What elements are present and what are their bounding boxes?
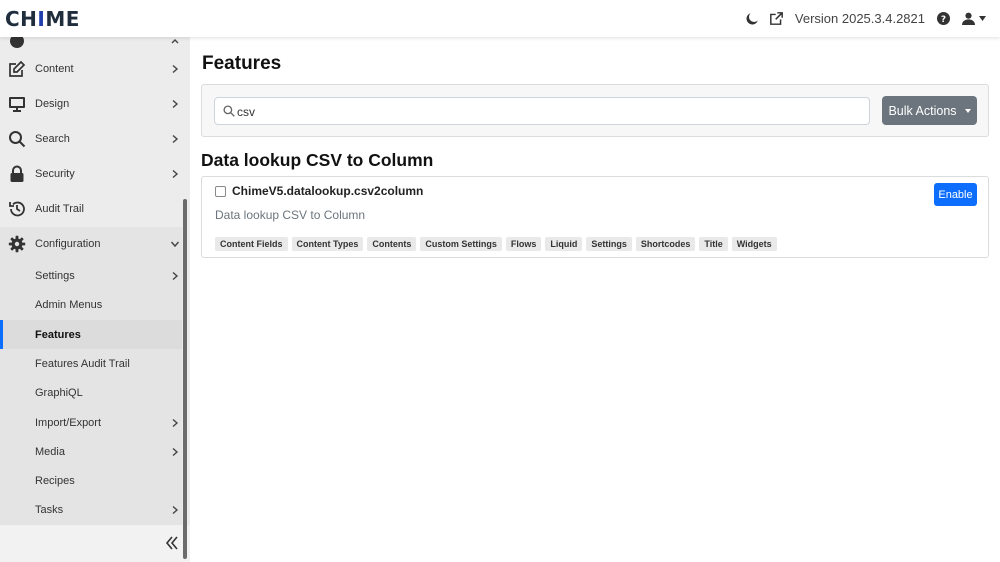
feature-tags: Content Fields Content Types Contents Cu… xyxy=(215,237,777,251)
history-icon xyxy=(7,199,27,219)
search-icon xyxy=(7,129,27,149)
sidebar-item-label: Search xyxy=(35,132,70,145)
search-input[interactable] xyxy=(237,102,857,122)
page-title: Features xyxy=(202,53,282,74)
user-icon xyxy=(962,12,975,25)
edit-icon xyxy=(7,59,27,79)
sidebar-item-label: Features Audit Trail xyxy=(35,357,130,370)
sidebar-item-label: Content xyxy=(35,62,74,75)
filter-panel: Bulk Actions xyxy=(201,84,989,137)
tag-badge: Custom Settings xyxy=(420,237,502,251)
sidebar: Content Design Search Security Audit Tra… xyxy=(0,37,190,562)
search-icon xyxy=(223,105,235,117)
sidebar-item-label: Design xyxy=(35,97,70,110)
chevron-right-icon xyxy=(172,418,179,427)
enable-button[interactable]: Enable xyxy=(934,183,977,206)
chevron-right-icon xyxy=(172,99,179,108)
main-content: Features Bulk Actions Data lookup CSV to… xyxy=(190,37,1000,562)
sidebar-item-search[interactable]: Search xyxy=(0,121,182,156)
navbar-right: Version 2025.3.4.2821 ? xyxy=(746,0,986,37)
caret-down-icon xyxy=(979,16,986,21)
feature-id: ChimeV5.datalookup.csv2column xyxy=(232,184,424,198)
tag-badge: Contents xyxy=(367,237,417,251)
chevron-right-icon xyxy=(172,64,179,73)
sidebar-subitem-admin-menus[interactable]: Admin Menus xyxy=(0,290,182,319)
sidebar-footer xyxy=(0,525,190,562)
sidebar-item-security[interactable]: Security xyxy=(0,156,182,191)
tag-badge: Content Types xyxy=(291,237,364,251)
sidebar-item-label: Recipes xyxy=(35,474,75,487)
chevron-right-icon xyxy=(172,271,179,280)
sidebar-item-label: Security xyxy=(35,167,75,180)
sidebar-item-design[interactable]: Design xyxy=(0,86,182,121)
sidebar-scrollbar[interactable] xyxy=(183,199,187,559)
search-box[interactable] xyxy=(214,97,870,125)
sidebar-subitem-features-audit-trail[interactable]: Features Audit Trail xyxy=(0,349,182,378)
tag-badge: Liquid xyxy=(545,237,583,251)
tag-badge: Shortcodes xyxy=(635,237,696,251)
sidebar-item-label: Configuration xyxy=(35,237,101,250)
feature-description: Data lookup CSV to Column xyxy=(215,208,366,222)
sidebar-item-audit-trail[interactable]: Audit Trail xyxy=(0,191,182,226)
collapse-sidebar-icon[interactable] xyxy=(163,534,181,552)
chevron-up-icon xyxy=(171,38,179,43)
tag-badge: Flows xyxy=(505,237,542,251)
chevron-right-icon xyxy=(172,447,179,456)
user-menu[interactable] xyxy=(962,12,986,25)
feature-checkbox[interactable] xyxy=(215,186,226,197)
logo-text-2: ME xyxy=(45,7,80,31)
sidebar-item-label: Settings xyxy=(35,269,75,282)
sidebar-item-label: GraphiQL xyxy=(35,386,83,399)
caret-down-icon xyxy=(964,108,971,113)
section-title: Data lookup CSV to Column xyxy=(201,150,434,170)
sidebar-item-label: Import/Export xyxy=(35,416,102,429)
logo-text-1: CH xyxy=(5,7,38,31)
sidebar-subitem-features[interactable]: Features xyxy=(0,320,182,349)
chevron-right-icon xyxy=(172,169,179,178)
sidebar-subitem-media[interactable]: Media xyxy=(0,437,182,466)
external-link-icon[interactable] xyxy=(769,12,783,25)
chevron-down-icon xyxy=(170,241,180,247)
tag-badge: Settings xyxy=(586,237,632,251)
globe-icon xyxy=(7,37,27,51)
sidebar-subitem-recipes[interactable]: Recipes xyxy=(0,466,182,495)
help-icon[interactable]: ? xyxy=(937,12,950,25)
sidebar-item-label: Tasks xyxy=(35,503,64,516)
sidebar-subitem-settings[interactable]: Settings xyxy=(0,261,182,290)
sidebar-item-label: Audit Trail xyxy=(35,202,84,215)
moon-icon[interactable] xyxy=(746,12,758,25)
tag-badge: Widgets xyxy=(731,237,777,251)
bulk-actions-label: Bulk Actions xyxy=(888,103,957,118)
sidebar-item-content[interactable]: Content xyxy=(0,51,182,86)
svg-text:?: ? xyxy=(941,15,946,25)
sidebar-item-configuration[interactable]: Configuration xyxy=(0,226,182,261)
sidebar-item-label: Media xyxy=(35,445,65,458)
chevron-right-icon xyxy=(172,134,179,143)
sidebar-subitem-tasks[interactable]: Tasks xyxy=(0,495,182,524)
sidebar-item-label: Admin Menus xyxy=(35,298,103,311)
feature-card: ChimeV5.datalookup.csv2column Data looku… xyxy=(201,176,989,258)
sidebar-subitem-import-export[interactable]: Import/Export xyxy=(0,408,182,437)
version-label: Version 2025.3.4.2821 xyxy=(794,11,925,26)
sidebar-item-label: Features xyxy=(35,328,81,341)
bulk-actions-button[interactable]: Bulk Actions xyxy=(882,96,977,125)
brand-logo[interactable]: CHIME xyxy=(5,7,80,31)
sidebar-subitem-graphiql[interactable]: GraphiQL xyxy=(0,378,182,407)
lock-icon xyxy=(7,164,27,184)
tag-badge: Title xyxy=(699,237,728,251)
chevron-right-icon xyxy=(172,505,179,514)
gear-icon xyxy=(7,234,27,254)
tag-badge: Content Fields xyxy=(215,237,288,251)
top-navbar: CHIME Version 2025.3.4.2821 ? xyxy=(0,0,1000,37)
monitor-icon xyxy=(7,94,27,114)
